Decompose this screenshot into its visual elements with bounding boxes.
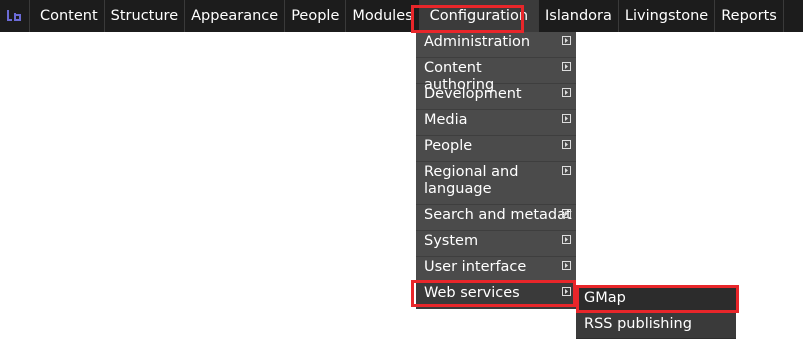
menu-item-development[interactable]: Development	[416, 84, 576, 110]
menu-item-label: Media	[424, 112, 468, 128]
menu-item-search-and-metadata[interactable]: Search and metadata	[416, 205, 576, 231]
toolbar-item-label: Modules	[352, 8, 413, 24]
admin-page: Content Structure Appearance People Modu…	[0, 0, 803, 358]
submenu-arrow-icon	[562, 114, 571, 123]
toolbar-item-livingstone[interactable]: Livingstone	[619, 0, 716, 32]
toolbar-item-reports[interactable]: Reports	[715, 0, 784, 32]
toolbar-item-content[interactable]: Content	[30, 0, 105, 32]
toolbar-item-modules[interactable]: Modules	[346, 0, 420, 32]
web-services-submenu: GMap RSS publishing	[576, 287, 736, 339]
toolbar-item-label: Content	[40, 8, 98, 24]
menu-item-user-interface[interactable]: User interface	[416, 257, 576, 283]
menu-item-web-services[interactable]: Web services	[416, 283, 576, 309]
submenu-arrow-icon	[562, 235, 571, 244]
menu-item-label: User interface	[424, 259, 527, 275]
submenu-arrow-icon	[562, 287, 571, 296]
submenu-item-gmap[interactable]: GMap	[576, 287, 736, 313]
toolbar-item-label: Islandora	[545, 8, 612, 24]
home-link[interactable]	[0, 0, 30, 32]
menu-item-label: Development	[424, 86, 522, 102]
toolbar-item-label: Configuration	[429, 8, 529, 24]
menu-item-label: Search and metadata	[424, 207, 572, 223]
submenu-item-rss-publishing[interactable]: RSS publishing	[576, 313, 736, 339]
menu-item-administration[interactable]: Administration	[416, 32, 576, 58]
menu-item-people[interactable]: People	[416, 136, 576, 162]
menu-item-label: People	[424, 138, 473, 154]
menu-item-label: Administration	[424, 34, 531, 50]
configuration-dropdown: Administration Content authoring Develop…	[416, 32, 576, 309]
submenu-arrow-icon	[562, 166, 571, 175]
toolbar-item-islandora[interactable]: Islandora	[539, 0, 619, 32]
drupal-logo-icon	[6, 10, 21, 21]
toolbar-item-label: Structure	[110, 8, 179, 24]
toolbar-item-configuration[interactable]: Configuration	[419, 0, 540, 32]
menu-item-label: Web services	[424, 285, 520, 301]
menu-item-media[interactable]: Media	[416, 110, 576, 136]
submenu-item-label: GMap	[584, 290, 626, 306]
admin-toolbar: Content Structure Appearance People Modu…	[0, 0, 803, 32]
menu-item-system[interactable]: System	[416, 231, 576, 257]
submenu-arrow-icon	[562, 36, 571, 45]
menu-item-content-authoring[interactable]: Content authoring	[416, 58, 576, 93]
toolbar-item-structure[interactable]: Structure	[105, 0, 186, 32]
toolbar-item-appearance[interactable]: Appearance	[185, 0, 286, 32]
submenu-arrow-icon	[562, 88, 571, 97]
toolbar-item-label: People	[291, 8, 340, 24]
menu-item-label: Regional and language	[424, 164, 519, 197]
menu-item-label: System	[424, 233, 479, 249]
submenu-arrow-icon	[562, 140, 571, 149]
toolbar-item-label: Appearance	[191, 8, 279, 24]
submenu-arrow-icon	[562, 62, 571, 71]
submenu-arrow-icon	[562, 261, 571, 270]
submenu-item-label: RSS publishing	[584, 316, 692, 332]
toolbar-item-label: Reports	[721, 8, 777, 24]
submenu-arrow-icon	[562, 209, 571, 218]
toolbar-item-people[interactable]: People	[285, 0, 347, 32]
toolbar-item-label: Livingstone	[624, 8, 709, 24]
menu-item-regional-and-language[interactable]: Regional and language	[416, 162, 576, 205]
